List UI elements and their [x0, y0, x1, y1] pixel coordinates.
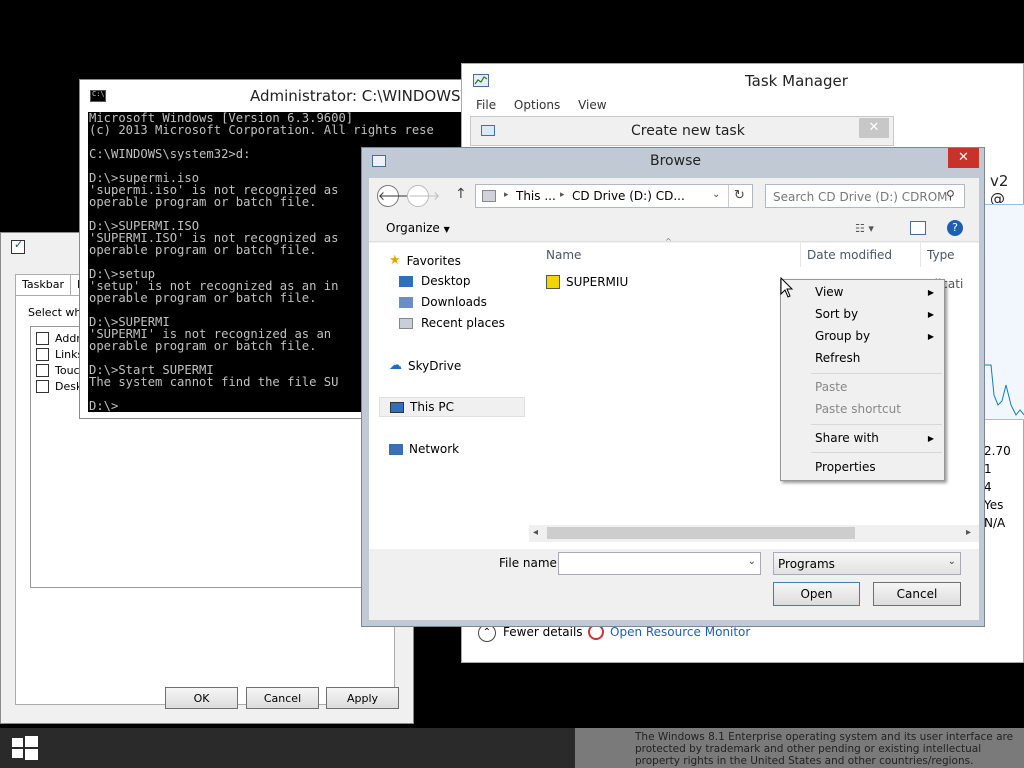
desktop-icon [399, 275, 413, 287]
tab-taskbar[interactable]: Taskbar [15, 274, 71, 296]
submenu-arrow-icon: ▶ [927, 288, 934, 297]
cloud-icon: ☁ [389, 358, 402, 373]
column-name[interactable]: Name [546, 248, 581, 262]
column-date-modified[interactable]: Date modified [807, 248, 892, 262]
preview-pane-icon[interactable] [910, 221, 926, 235]
open-button[interactable]: Open [773, 582, 860, 606]
address-bar[interactable]: ▸ This ... ▸ CD Drive (D:) CD... ⌄ ↻ [475, 184, 753, 208]
submenu-arrow-icon: ▶ [927, 434, 934, 443]
close-icon: ✕ [958, 150, 969, 165]
menu-view[interactable]: View [578, 98, 606, 112]
dialog-title: Create new task [631, 123, 745, 139]
drive-icon [482, 190, 496, 202]
menu-options[interactable]: Options [514, 98, 560, 112]
nav-downloads[interactable]: Downloads [399, 295, 487, 309]
menu-item-properties[interactable]: Properties [815, 460, 876, 474]
nav-network[interactable]: Network [389, 442, 459, 456]
start-button[interactable] [12, 736, 38, 760]
address-dropdown-icon[interactable]: ⌄ [712, 189, 720, 200]
file-type-select[interactable]: Programs ⌄ [773, 552, 961, 575]
horizontal-scrollbar[interactable]: ◂ ▸ [529, 525, 979, 542]
menu-file[interactable]: File [476, 98, 496, 112]
recent-places-icon [399, 317, 413, 329]
file-name-label: File name: [499, 556, 561, 570]
menu-item-sort-by[interactable]: Sort by [815, 307, 858, 321]
scroll-right-icon[interactable]: ▸ [966, 527, 971, 538]
close-icon[interactable]: ✕ [859, 118, 889, 138]
window-title: Task Manager [745, 72, 848, 90]
chevron-down-icon: ⌄ [947, 556, 956, 567]
menu-item-refresh[interactable]: Refresh [815, 351, 860, 365]
refresh-icon[interactable]: ↻ [734, 188, 745, 203]
dialog-title: Browse [650, 153, 701, 169]
window-icon: ✓ [11, 238, 25, 254]
breadcrumb-cd-drive[interactable]: CD Drive (D:) CD... [572, 189, 685, 203]
chevron-down-icon[interactable]: ⌄ [748, 556, 756, 567]
cancel-button[interactable]: Cancel [246, 687, 319, 709]
downloads-icon [399, 296, 413, 308]
submenu-arrow-icon: ▶ [927, 310, 934, 319]
create-new-task-dialog: Create new task ✕ [470, 116, 894, 146]
menu-item-paste-shortcut: Paste shortcut [815, 402, 901, 416]
nav-favorites[interactable]: ★ Favorites [389, 253, 461, 268]
group-label: Select whi [28, 306, 85, 319]
menu-item-view[interactable]: View [815, 285, 843, 299]
menu-item-paste: Paste [815, 380, 848, 394]
scroll-left-icon[interactable]: ◂ [533, 527, 538, 538]
menu-item-share-with[interactable]: Share with [815, 431, 879, 445]
organize-button[interactable]: Organize ▼ [386, 221, 450, 235]
nav-recent-places[interactable]: Recent places [399, 316, 505, 330]
search-box[interactable]: Search CD Drive (D:) CDROM ⚲ [765, 184, 965, 208]
help-icon[interactable]: ? [947, 220, 963, 236]
file-row[interactable]: SUPERMIU [546, 275, 628, 289]
mouse-cursor-icon [780, 277, 794, 298]
view-options-icon[interactable]: ☷ ▾ [855, 222, 874, 235]
back-button[interactable]: 🡐 [377, 185, 410, 207]
cancel-button[interactable]: Cancel [873, 582, 961, 606]
cpu-stats: 2.70 1 4 Yes N/A [984, 444, 1011, 530]
menu-item-group-by[interactable]: Group by [815, 329, 870, 343]
fewer-details-link[interactable]: Fewer details [503, 625, 583, 639]
run-icon [481, 125, 495, 136]
menu-bar: File Options View [476, 98, 621, 112]
cpu-name: v2 @ [990, 172, 1009, 208]
task-manager-icon [473, 74, 489, 87]
ok-button[interactable]: OK [165, 687, 238, 709]
search-placeholder: Search CD Drive (D:) CDROM [773, 190, 948, 204]
nav-this-pc[interactable]: This PC [379, 397, 525, 417]
open-resource-monitor-link[interactable]: Open Resource Monitor [610, 625, 750, 639]
file-name: SUPERMIU [566, 275, 629, 289]
up-arrow-icon[interactable]: ↑ [455, 186, 467, 202]
close-button[interactable]: ✕ [948, 148, 979, 168]
legal-notice: The Windows 8.1 Enterprise operating sys… [575, 728, 1024, 768]
cmd-icon: C:\ [90, 90, 106, 102]
computer-icon [390, 401, 404, 413]
star-icon: ★ [389, 253, 401, 268]
file-name-input[interactable]: ⌄ [558, 552, 761, 575]
windows-logo-icon [12, 736, 38, 760]
submenu-arrow-icon: ▶ [927, 332, 934, 341]
search-icon: ⚲ [946, 188, 955, 202]
command-bar: Organize ▼ ☷ ▾ ? [369, 216, 979, 242]
column-type[interactable]: Type [927, 248, 955, 262]
network-icon [389, 443, 403, 455]
nav-skydrive[interactable]: ☁ SkyDrive [389, 358, 461, 373]
scroll-thumb[interactable] [547, 527, 855, 539]
browse-window-icon [372, 155, 386, 167]
forward-button[interactable]: 🡒 [407, 185, 440, 207]
cpu-graph [984, 204, 1024, 420]
sort-indicator-icon: ^ [665, 237, 672, 246]
context-menu: View ▶ Sort by ▶ Group by ▶ Refresh Past… [780, 279, 945, 481]
window-title: Administrator: C:\WINDOWS\sys [250, 87, 491, 105]
setup-file-icon [546, 275, 560, 289]
nav-desktop[interactable]: Desktop [399, 274, 471, 288]
breadcrumb-this-pc[interactable]: This ... [516, 189, 556, 203]
apply-button[interactable]: Apply [326, 687, 399, 709]
